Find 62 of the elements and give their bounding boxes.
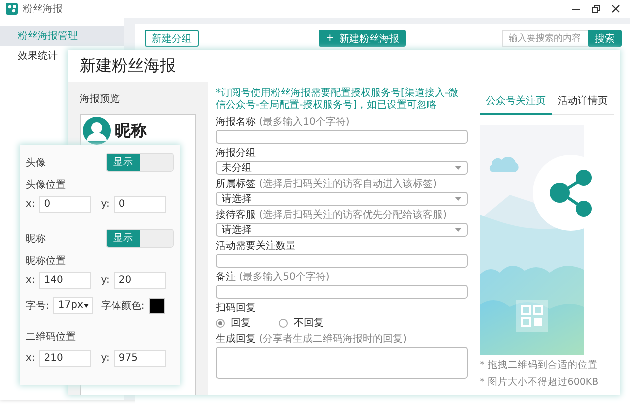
field-label: 头像位置 <box>26 178 67 192</box>
radio-label[interactable]: 不回复 <box>294 316 324 330</box>
select-field[interactable]: 请选择 <box>216 192 468 206</box>
text-area[interactable] <box>216 347 468 379</box>
font-size-select[interactable]: 17px <box>53 297 94 314</box>
font-color-label: 字体颜色: <box>101 300 145 312</box>
y-input[interactable]: 20 <box>114 272 166 289</box>
section-label: 二维码位置 <box>26 330 76 344</box>
restore-icon[interactable] <box>592 5 600 13</box>
dropdown-arrow-icon <box>455 228 462 232</box>
search-field[interactable]: 输入要搜索的内容 <box>502 30 588 47</box>
field-label: 活动需要关注数量 <box>216 241 297 253</box>
y-label: y: <box>101 199 110 210</box>
x-label: x: <box>26 275 36 286</box>
radio-button[interactable] <box>216 318 225 328</box>
y-label: y: <box>101 275 110 286</box>
section-label: 海报预览 <box>80 92 121 106</box>
field-label: 生成回复 (分享者生成二维码海报时的回复) <box>216 334 408 346</box>
window-title: 粉丝海报 <box>23 2 63 16</box>
x-input[interactable]: 210 <box>39 350 92 367</box>
select-field[interactable]: 请选择 <box>216 223 468 237</box>
field-label: 海报分组 <box>216 148 257 160</box>
font-size-label: 字号: <box>26 300 50 312</box>
new-group-button[interactable]: 新建分组 <box>145 30 199 47</box>
toggle-switch[interactable]: 显示 <box>106 229 174 248</box>
field-label: 接待客服 (选择后扫码关注的访客优先分配给该客服) <box>216 210 448 222</box>
field-label: 海报名称 (最多输入10个字符) <box>216 117 351 129</box>
radio-button[interactable] <box>279 318 288 328</box>
field-label: 昵称位置 <box>26 254 67 268</box>
x-input[interactable]: 0 <box>39 196 92 213</box>
nickname-text: 昵称 <box>115 121 147 142</box>
x-input[interactable]: 140 <box>39 272 92 289</box>
input-field[interactable] <box>216 130 468 144</box>
y-input[interactable]: 0 <box>114 196 166 213</box>
dialog-title: 新建粉丝海报 <box>79 54 177 76</box>
search-button[interactable]: 搜索 <box>588 30 622 47</box>
hint-text: * 图片大小不得超过600KB <box>480 376 600 389</box>
section-label: 头像 <box>26 156 46 170</box>
tab[interactable]: 活动详情页 <box>552 90 614 114</box>
app-logo-icon <box>6 3 18 15</box>
color-swatch[interactable] <box>148 298 165 314</box>
field-label: 备注 (最多输入50个字符) <box>216 272 331 284</box>
notice-text: *订阅号使用粉丝海报需要配置授权服务号[渠道接入-微信公众号-全局配置-授权服务号]，如已设置可忽略 <box>216 88 460 112</box>
field-label: 扫码回复 <box>216 303 257 315</box>
dropdown-arrow-icon <box>455 166 462 170</box>
new-poster-button[interactable]: + 新建粉丝海报 <box>319 30 406 47</box>
input-field[interactable] <box>216 285 468 299</box>
field-label: 所属标签 (选择后扫码关注的访客自动进入该标签) <box>216 179 438 191</box>
hint-text: * 拖拽二维码到合适的位置 <box>480 359 599 372</box>
dropdown-arrow-icon <box>455 197 462 201</box>
x-label: x: <box>26 199 36 210</box>
select-field[interactable]: 未分组 <box>216 161 468 175</box>
x-label: x: <box>26 353 36 364</box>
y-input[interactable]: 975 <box>114 350 166 367</box>
input-field[interactable] <box>216 254 468 268</box>
dropdown-arrow-icon <box>84 304 90 308</box>
radio-label[interactable]: 回复 <box>231 316 251 330</box>
close-icon[interactable] <box>612 5 620 13</box>
toggle-switch[interactable]: 显示 <box>106 153 174 172</box>
y-label: y: <box>101 353 110 364</box>
section-label: 昵称 <box>26 232 46 246</box>
tab[interactable]: 公众号关注页 <box>480 90 552 115</box>
